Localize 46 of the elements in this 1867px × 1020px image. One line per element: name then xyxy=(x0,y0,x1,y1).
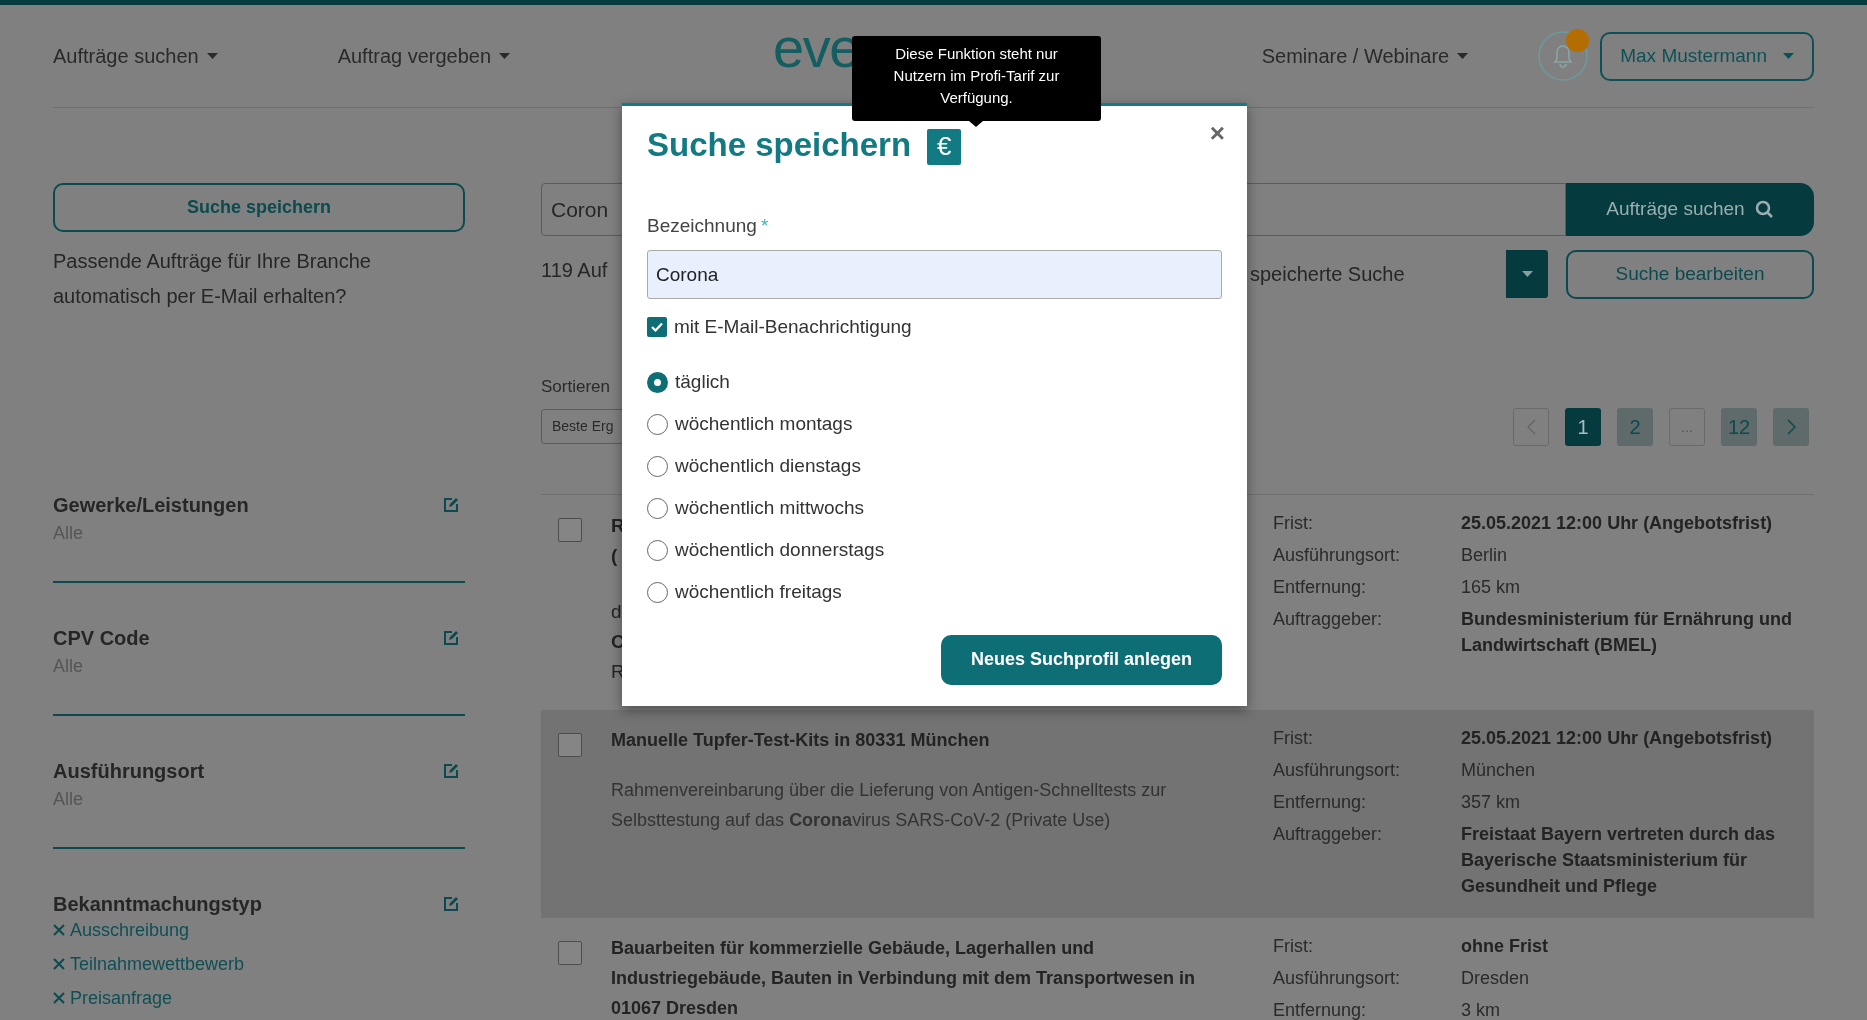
meta-value: Freistaat Bayern vertreten durch das Bayerische Staatsministerium für Gesundheit und Pflege xyxy=(1461,823,1777,898)
radio-label: wöchentlich dienstags xyxy=(675,453,861,478)
filter-title: CPV Code xyxy=(53,626,150,651)
filter-title: Ausführungsort xyxy=(53,759,205,784)
radio-label: täglich xyxy=(675,369,730,394)
radio-label: wöchentlich mittwochs xyxy=(675,495,865,520)
meta-value: 357 km xyxy=(1461,791,1522,814)
meta-label: Auftraggeber: xyxy=(1273,608,1384,631)
meta-value: 25.05.2021 12:00 Uhr (Angebotsfrist) xyxy=(1461,727,1774,750)
radio-label: wöchentlich montags xyxy=(675,411,853,436)
radio-label: wöchentlich freitags xyxy=(675,579,842,604)
meta-label: Ausführungsort: xyxy=(1273,759,1402,782)
field-label: Bezeichnung xyxy=(647,213,757,238)
filter-tag: Preisanfrage xyxy=(70,984,173,1012)
pagination-ellipsis: ... xyxy=(1669,408,1705,446)
hint-text: Passende Aufträge für Ihre Branche automatisch per E-Mail erhalten? xyxy=(53,249,372,309)
filter-title: Bekanntmachungstyp xyxy=(53,892,262,917)
meta-value: 3 km xyxy=(1461,999,1501,1020)
dialog-title: Suche speichern xyxy=(647,125,912,165)
meta-value: ohne Frist xyxy=(1461,935,1549,958)
clipped-text: d xyxy=(611,601,622,623)
required-mark: * xyxy=(760,213,769,238)
filter-tag: Teilnahmewettbewerb xyxy=(70,950,245,978)
filter-tag: Ausschreibung xyxy=(70,916,190,944)
meta-label: Ausführungsort: xyxy=(1273,544,1402,567)
meta-value: München xyxy=(1461,759,1537,782)
meta-value: 25.05.2021 12:00 Uhr (Angebotsfrist) xyxy=(1461,512,1774,535)
result-count: 119 Auf xyxy=(541,258,608,283)
radio-label: wöchentlich donnerstags xyxy=(675,537,885,562)
meta-value: Berlin xyxy=(1461,544,1509,567)
meta-label: Ausführungsort: xyxy=(1273,967,1402,990)
sort-label: Sortieren xyxy=(541,375,610,398)
meta-value: 165 km xyxy=(1461,576,1522,599)
meta-label: Entfernung: xyxy=(1273,576,1368,599)
clipped-text: ( xyxy=(611,545,618,567)
meta-value: Dresden xyxy=(1461,967,1531,990)
meta-label: Frist: xyxy=(1273,727,1314,750)
meta-label: Entfernung: xyxy=(1273,791,1368,814)
checkbox-label: mit E-Mail-Benachrichtigung xyxy=(674,315,912,339)
meta-label: Frist: xyxy=(1273,935,1314,958)
meta-label: Entfernung: xyxy=(1273,999,1368,1020)
meta-value: Bundesministerium für Ernährung und Landwirtschaft (BMEL) xyxy=(1461,608,1793,657)
filter-title: Gewerke/Leistungen xyxy=(53,493,249,518)
meta-label: Frist: xyxy=(1273,512,1314,535)
meta-label: Auftraggeber: xyxy=(1273,823,1384,846)
result-description: Rahmenvereinbarung über die Lieferung von Antigen-Schnelltests zur Selbsttestung auf das Coronavirus SARS-CoV-2 (Private Use) xyxy=(611,779,1168,832)
